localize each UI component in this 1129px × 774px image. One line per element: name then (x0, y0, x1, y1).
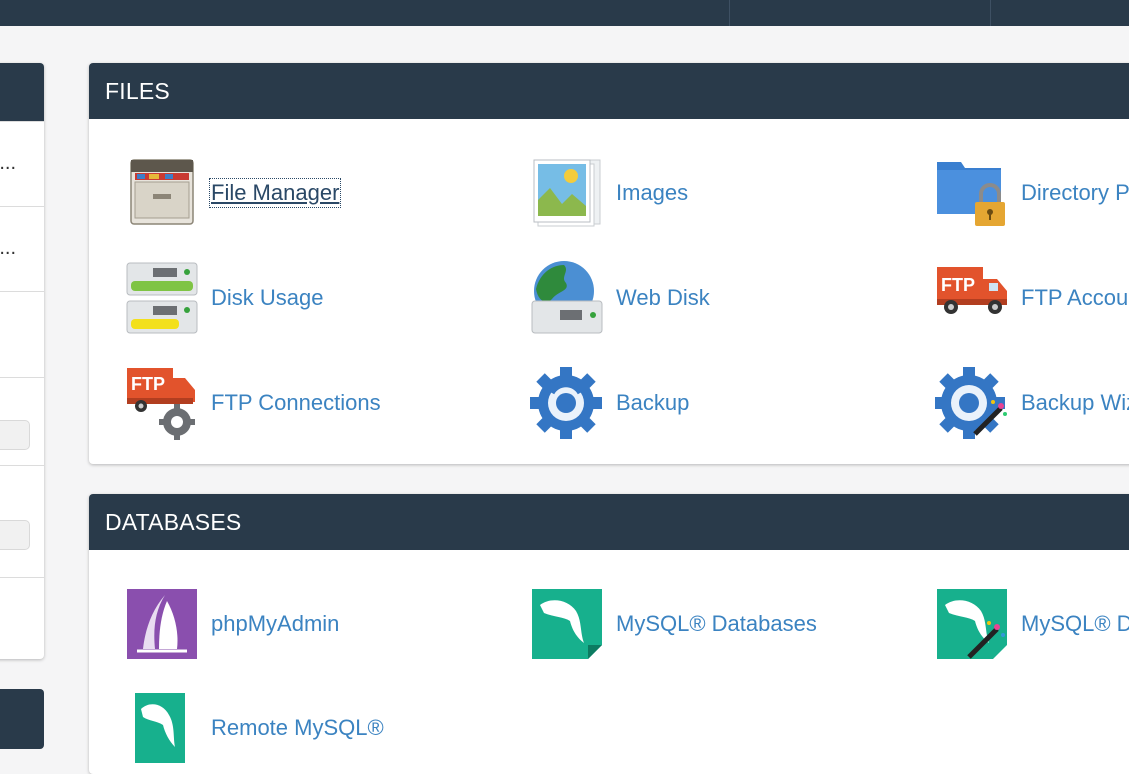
web-disk-icon (531, 261, 603, 334)
ftp-connections-icon: FTP (127, 368, 195, 440)
mysql-dolphin-icon (532, 589, 602, 659)
phpmyadmin-link[interactable]: phpMyAdmin (125, 586, 339, 662)
sidebar-card-header (0, 63, 44, 121)
sidebar-row-text: ... (0, 152, 16, 174)
sidebar-row[interactable]: ... (0, 121, 44, 207)
images-label: Images (616, 180, 689, 205)
backup-wizard-link[interactable]: Backup Wiz (935, 365, 1129, 441)
sidebar-row[interactable]: o... (0, 206, 44, 292)
ftp-connections-link[interactable]: FTP FTP Connections (125, 365, 381, 441)
svg-text:FTP: FTP (131, 374, 165, 394)
files-panel-title: FILES (89, 63, 1129, 119)
images-link[interactable]: Images (530, 155, 688, 231)
disk-usage-label: Disk Usage (211, 285, 324, 310)
sidebar-card-header (0, 689, 44, 749)
mysql-wizard-icon (937, 589, 1007, 659)
mysql-wizard-link[interactable]: MySQL® D (935, 586, 1129, 662)
ftp-truck-icon: FTP (937, 267, 1007, 314)
databases-panel-title: DATABASES (89, 494, 1129, 550)
backup-label: Backup (616, 390, 690, 415)
mysql-wizard-label: MySQL® D (1021, 611, 1129, 636)
mysql-databases-link[interactable]: MySQL® Databases (530, 586, 817, 662)
sidebar-card: ... o... (0, 63, 44, 659)
navbar-divider (990, 0, 991, 26)
top-navbar (0, 0, 1129, 26)
phpmyadmin-label: phpMyAdmin (211, 611, 340, 636)
sidebar-row (0, 377, 44, 466)
web-disk-label: Web Disk (616, 285, 710, 310)
ftp-accounts-link[interactable]: FTP FTP Accour (935, 260, 1129, 336)
backup-gear-icon (530, 367, 602, 439)
directory-privacy-label: Directory P (1021, 180, 1129, 205)
file-cabinet-icon (130, 159, 194, 225)
sidebar-row (0, 465, 44, 578)
images-icon (533, 159, 601, 227)
file-manager-label: File Manager (208, 178, 342, 208)
sidebar-input[interactable] (0, 420, 30, 450)
ftp-connections-label: FTP Connections (211, 390, 381, 415)
mysql-databases-label: MySQL® Databases (616, 611, 817, 636)
file-manager-link[interactable]: File Manager (125, 155, 342, 231)
disk-usage-icon (126, 262, 198, 334)
databases-panel: DATABASES phpMyAdmin MySQL® Databases My (89, 494, 1129, 774)
disk-usage-link[interactable]: Disk Usage (125, 260, 323, 336)
files-panel: FILES File Manager Images Directory P Di… (89, 63, 1129, 464)
sidebar-row (0, 291, 44, 378)
phpmyadmin-icon (127, 589, 197, 659)
directory-privacy-link[interactable]: Directory P (935, 155, 1129, 231)
backup-wizard-icon (935, 367, 1007, 439)
sidebar-row-text: o... (0, 237, 16, 259)
backup-wizard-label: Backup Wiz (1021, 390, 1129, 415)
svg-text:FTP: FTP (941, 275, 975, 295)
directory-privacy-icon (937, 162, 1005, 226)
remote-mysql-link[interactable]: Remote MySQL® (125, 690, 384, 766)
sidebar-input[interactable] (0, 520, 30, 550)
web-disk-link[interactable]: Web Disk (530, 260, 710, 336)
remote-mysql-icon (135, 693, 185, 763)
sidebar-row (0, 577, 44, 659)
backup-link[interactable]: Backup (530, 365, 689, 441)
navbar-divider (729, 0, 730, 26)
ftp-accounts-label: FTP Accour (1021, 285, 1129, 310)
remote-mysql-label: Remote MySQL® (211, 715, 384, 740)
